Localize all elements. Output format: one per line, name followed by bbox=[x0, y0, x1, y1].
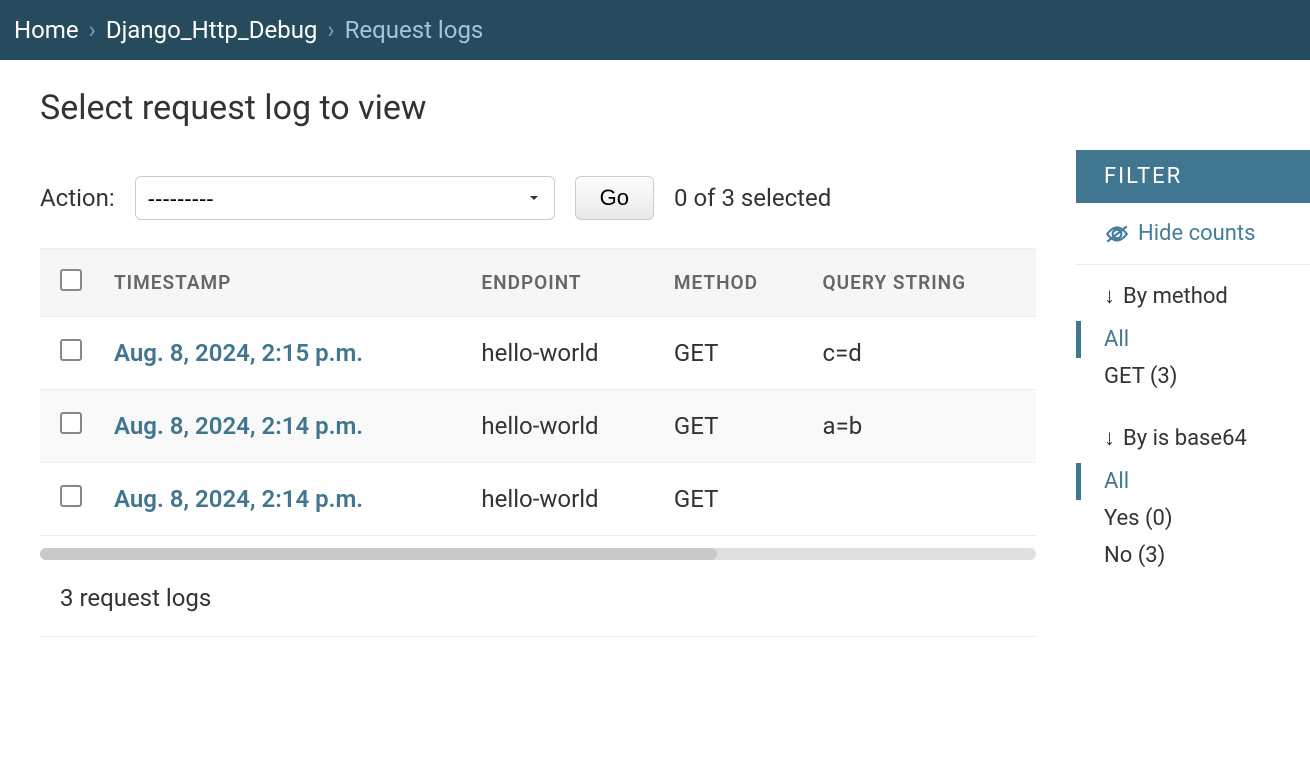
header-query-string[interactable]: QUERY STRING bbox=[809, 249, 1036, 317]
hide-counts-link[interactable]: Hide counts bbox=[1104, 221, 1282, 246]
row-checkbox[interactable] bbox=[60, 485, 82, 507]
breadcrumb-app-link[interactable]: Django_Http_Debug bbox=[106, 16, 318, 44]
action-row: Action: --------- Go 0 of 3 selected bbox=[40, 176, 1036, 220]
action-select[interactable]: --------- bbox=[135, 176, 555, 220]
select-all-checkbox[interactable] bbox=[60, 269, 82, 291]
hide-counts-row: Hide counts bbox=[1076, 203, 1310, 265]
filter-group-title-text: By method bbox=[1123, 284, 1228, 309]
header-checkbox-cell bbox=[40, 249, 100, 317]
cell-endpoint: hello-world bbox=[467, 317, 659, 390]
breadcrumb-separator: › bbox=[89, 16, 96, 44]
breadcrumb-home-link[interactable]: Home bbox=[14, 16, 79, 44]
filter-option[interactable]: All bbox=[1076, 321, 1310, 358]
hide-counts-label: Hide counts bbox=[1138, 221, 1255, 246]
arrow-down-icon: ↓ bbox=[1104, 283, 1115, 309]
filter-option-link[interactable]: All bbox=[1104, 327, 1129, 352]
cell-query-string bbox=[809, 463, 1036, 536]
header-timestamp[interactable]: TIMESTAMP bbox=[100, 249, 467, 317]
filter-option[interactable]: No (3) bbox=[1076, 537, 1310, 574]
filter-option-link[interactable]: Yes (0) bbox=[1104, 506, 1173, 531]
horizontal-scrollbar[interactable] bbox=[40, 548, 1036, 560]
row-checkbox-cell bbox=[40, 317, 100, 390]
filter-option[interactable]: Yes (0) bbox=[1076, 500, 1310, 537]
breadcrumb-separator: › bbox=[327, 16, 334, 44]
timestamp-link[interactable]: Aug. 8, 2024, 2:14 p.m. bbox=[114, 412, 363, 440]
timestamp-link[interactable]: Aug. 8, 2024, 2:14 p.m. bbox=[114, 485, 363, 513]
filter-option-link[interactable]: All bbox=[1104, 469, 1129, 494]
cell-timestamp: Aug. 8, 2024, 2:14 p.m. bbox=[100, 390, 467, 463]
table-row: Aug. 8, 2024, 2:14 p.m. hello-worldGET bbox=[40, 463, 1036, 536]
cell-timestamp: Aug. 8, 2024, 2:15 p.m. bbox=[100, 317, 467, 390]
filter-option[interactable]: All bbox=[1076, 463, 1310, 500]
selection-count: 0 of 3 selected bbox=[674, 184, 831, 212]
header-endpoint[interactable]: ENDPOINT bbox=[467, 249, 659, 317]
total-count: 3 request logs bbox=[40, 560, 1036, 637]
filter-group-title: ↓ By is base64 bbox=[1076, 425, 1310, 463]
row-checkbox-cell bbox=[40, 463, 100, 536]
cell-method: GET bbox=[660, 463, 809, 536]
filter-header: FILTER bbox=[1076, 150, 1310, 203]
cell-method: GET bbox=[660, 317, 809, 390]
header-method[interactable]: METHOD bbox=[660, 249, 809, 317]
row-checkbox[interactable] bbox=[60, 339, 82, 361]
cell-timestamp: Aug. 8, 2024, 2:14 p.m. bbox=[100, 463, 467, 536]
filter-group: ↓ By is base64 All Yes (0) No (3) bbox=[1076, 407, 1310, 586]
cell-query-string: c=d bbox=[809, 317, 1036, 390]
breadcrumb: Home › Django_Http_Debug › Request logs bbox=[0, 0, 1310, 60]
table-row: Aug. 8, 2024, 2:14 p.m. hello-worldGETa=b bbox=[40, 390, 1036, 463]
arrow-down-icon: ↓ bbox=[1104, 425, 1115, 451]
main-content: Select request log to view Action: -----… bbox=[0, 60, 1076, 677]
request-log-table: TIMESTAMP ENDPOINT METHOD QUERY STRING A… bbox=[40, 248, 1036, 536]
timestamp-link[interactable]: Aug. 8, 2024, 2:15 p.m. bbox=[114, 339, 363, 367]
breadcrumb-current: Request logs bbox=[345, 16, 484, 44]
go-button[interactable]: Go bbox=[575, 176, 654, 220]
filter-option[interactable]: GET (3) bbox=[1076, 358, 1310, 395]
action-label: Action: bbox=[40, 184, 115, 212]
filter-option-link[interactable]: GET (3) bbox=[1104, 364, 1177, 389]
filter-group: ↓ By method All GET (3) bbox=[1076, 265, 1310, 407]
cell-method: GET bbox=[660, 390, 809, 463]
row-checkbox[interactable] bbox=[60, 412, 82, 434]
filter-group-title-text: By is base64 bbox=[1123, 426, 1247, 451]
cell-endpoint: hello-world bbox=[467, 390, 659, 463]
filter-sidebar: FILTER Hide counts ↓By methodAllGET (3)↓… bbox=[1076, 150, 1310, 586]
row-checkbox-cell bbox=[40, 390, 100, 463]
filter-group-title: ↓ By method bbox=[1076, 283, 1310, 321]
cell-endpoint: hello-world bbox=[467, 463, 659, 536]
eye-slash-icon bbox=[1104, 224, 1130, 244]
table-row: Aug. 8, 2024, 2:15 p.m. hello-worldGETc=d bbox=[40, 317, 1036, 390]
page-title: Select request log to view bbox=[40, 88, 1036, 128]
cell-query-string: a=b bbox=[809, 390, 1036, 463]
filter-option-link[interactable]: No (3) bbox=[1104, 543, 1165, 568]
